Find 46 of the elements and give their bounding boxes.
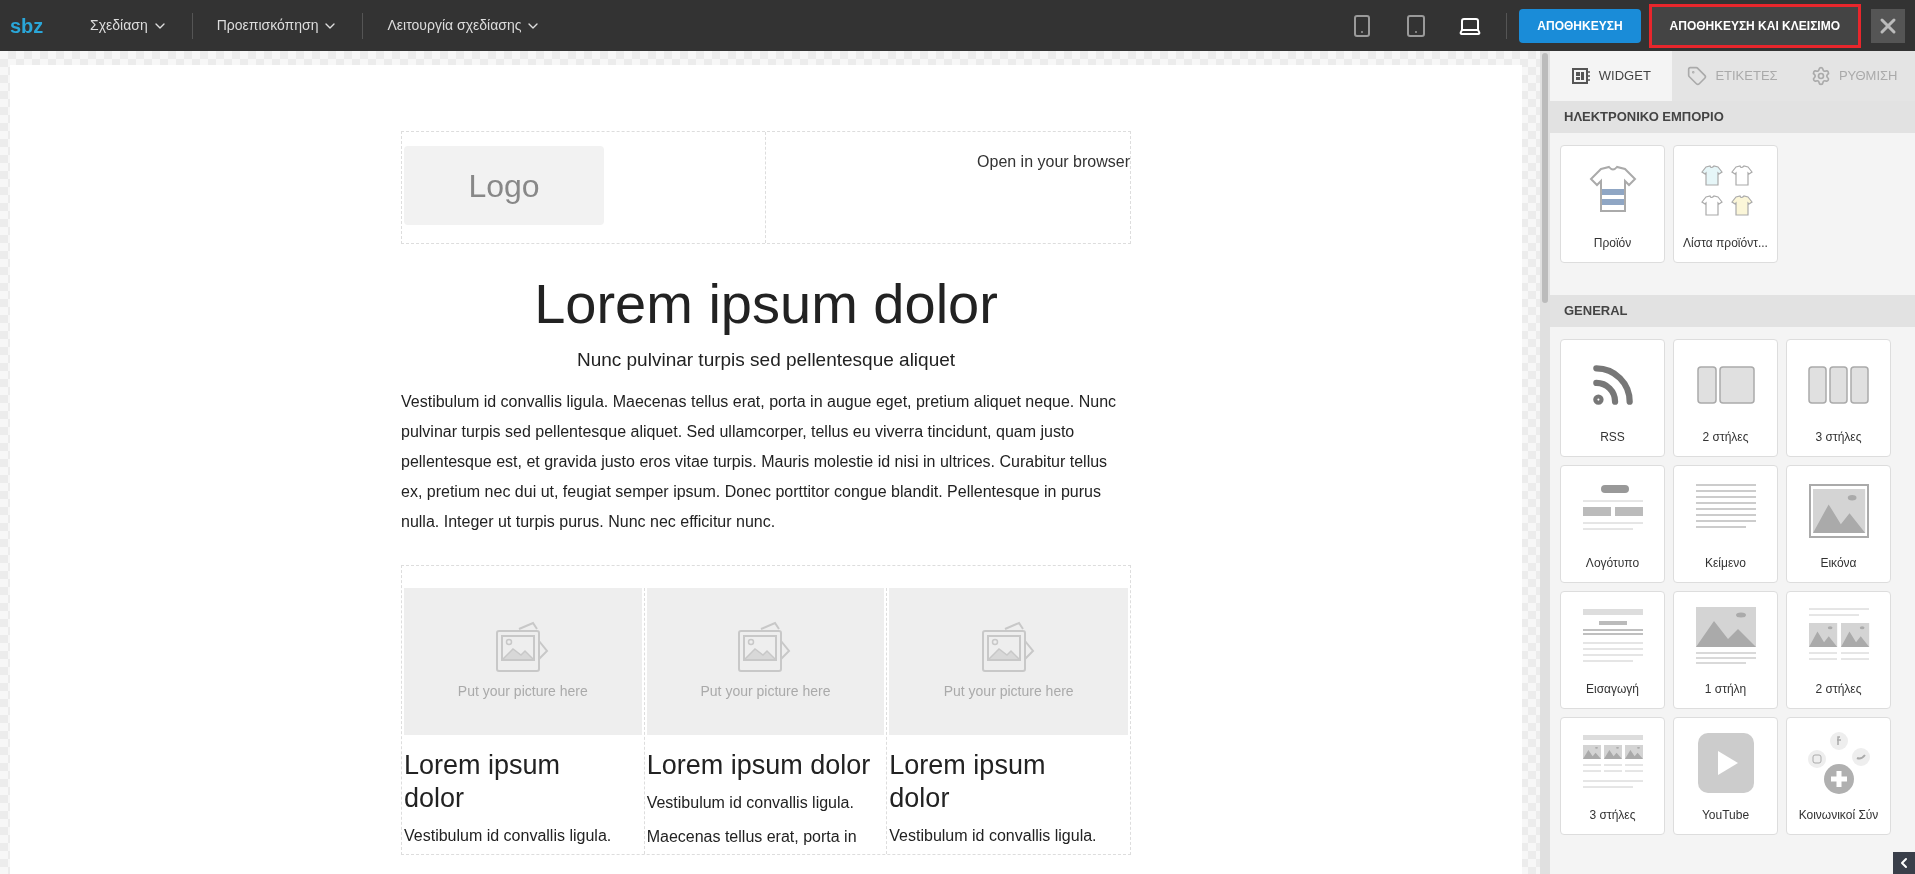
social-icons-drawing	[1806, 731, 1871, 795]
picture-hint: Put your picture here	[943, 681, 1074, 701]
widget-tile[interactable]: YouTube	[1673, 717, 1778, 835]
save-button[interactable]: ΑΠΟΘΗΚΕΥΣΗ	[1519, 8, 1641, 43]
widget-tile[interactable]: Εικόνα	[1786, 465, 1891, 583]
menu-button[interactable]: Προεπισκόπηση	[196, 7, 359, 44]
picture-hint: Put your picture here	[457, 681, 588, 701]
widget-tile[interactable]: Εισαγωγή	[1560, 591, 1665, 709]
app-logo: sbz	[10, 13, 45, 39]
page-title: Lorem ipsum dolor	[533, 272, 999, 336]
column-title: Lorem ipsum dolor	[889, 748, 1047, 815]
widget-tile[interactable]: Λίστα προϊόντ...	[1673, 145, 1778, 263]
settings-icon	[1810, 66, 1831, 86]
widget-tile[interactable]: 2 στήλες	[1786, 591, 1891, 709]
page-subtitle: Nunc pulvinar turpis sed pellentesque aliquet	[575, 348, 957, 372]
column-text: Vestibulum id convallis ligula.	[889, 825, 1098, 846]
widget-icon	[1570, 66, 1591, 86]
column-text: Vestibulum id convallis ligula. Maecenas tellus erat, porta in	[646, 792, 858, 847]
widget-tile[interactable]: Προϊόν	[1560, 145, 1665, 263]
column-title: Lorem ipsum dolor	[646, 748, 872, 782]
picture-icon	[980, 620, 1037, 673]
widget-tile[interactable]: 2 στήλες	[1673, 339, 1778, 457]
widget-tile[interactable]: 3 στήλες	[1560, 717, 1665, 835]
column-text: Vestibulum id convallis ligula.	[404, 825, 613, 846]
close-button[interactable]	[1871, 8, 1905, 43]
collapse-button[interactable]	[1893, 852, 1915, 874]
picture-icon	[494, 620, 551, 673]
menu-button[interactable]: Λειτουργία σχεδίασης	[367, 7, 562, 44]
scrollbar[interactable]	[1542, 53, 1548, 303]
widget-tile[interactable]: 1 στήλη	[1673, 591, 1778, 709]
widget-tile[interactable]: Κείμενο	[1673, 465, 1778, 583]
widget-tile[interactable]: Κοινωνικοί Σύν	[1786, 717, 1891, 835]
column-title: Lorem ipsum dolor	[404, 748, 562, 815]
browser-link[interactable]: Open in your browser	[977, 150, 1130, 243]
widget-tile[interactable]: 3 στήλες	[1786, 339, 1891, 457]
section-header: ΗΛΕΚΤΡΟΝΙΚΟ ΕΜΠΟΡΙΟ	[1550, 101, 1915, 133]
section-header: GENERAL	[1550, 295, 1915, 327]
save-and-close-button[interactable]: ΑΠΟΘΗΚΕΥΣΗ ΚΑΙ ΚΛΕΙΣΙΜΟ	[1648, 3, 1861, 48]
widget-tile[interactable]: Λογότυπο	[1560, 465, 1665, 583]
body-paragraph: Vestibulum id convallis ligula. Maecenas tellus erat, porta in augue eget, pretium aliquet neque. Nunc pulvinar turpis sed pellentesque aliquet. Sed ullamcorper, tellus eu viverra tincidunt, quam justo pellentesque est, et gravida justo eros vitae turpis. Mauris molestie id nisi in ultrices. Curabitur tellus ex, pretium nec dui ut, feugiat semper ipsum. Donec porttitor congue blandit. Pellentesque in purus nulla. Integer ut turpis purus. Nunc nec efficitur nunc.	[401, 391, 1118, 532]
widget-tile[interactable]: RSS	[1560, 339, 1665, 457]
logo-text: Logo	[468, 166, 540, 206]
picture-hint: Put your picture here	[700, 681, 831, 701]
menu-button[interactable]: Σχεδίαση	[70, 7, 188, 44]
panel-tab[interactable]: WIDGET	[1550, 51, 1672, 101]
tag-icon	[1687, 66, 1708, 86]
